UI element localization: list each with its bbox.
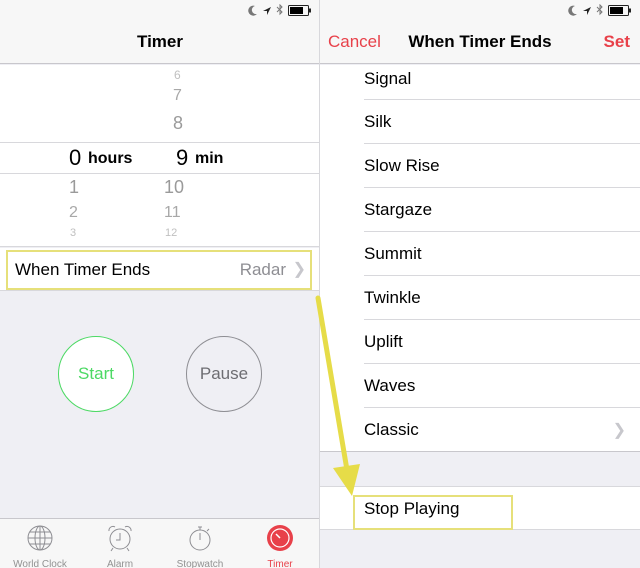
tone-label: Waves xyxy=(364,376,416,395)
stopwatch-icon xyxy=(186,524,214,557)
tone-item[interactable]: Slow Rise xyxy=(320,144,640,188)
set-button[interactable]: Set xyxy=(604,32,630,52)
navigation-bar: Timer xyxy=(0,20,319,64)
tone-item-classic[interactable]: Classic ❯ xyxy=(320,408,640,452)
countdown-picker[interactable]: 6 7 8 0 hours 9 min 1 2 3 10 11 12 xyxy=(0,65,319,247)
tone-list: Signal Silk Slow Rise Stargaze Summit Tw… xyxy=(320,65,640,452)
tone-item[interactable]: Summit xyxy=(320,232,640,276)
battery-icon xyxy=(608,3,632,21)
status-bar xyxy=(0,0,319,21)
picker-hour-option[interactable]: 2 xyxy=(69,204,78,222)
tone-item[interactable]: Uplift xyxy=(320,320,640,364)
globe-icon xyxy=(26,524,54,557)
status-bar xyxy=(320,0,640,20)
picker-minute-option[interactable]: 10 xyxy=(164,177,184,198)
hours-unit-label: hours xyxy=(88,150,133,167)
tone-label: Summit xyxy=(364,244,422,263)
section-divider xyxy=(320,451,640,452)
tab-label: Alarm xyxy=(106,559,134,568)
tone-label: Twinkle xyxy=(364,288,421,307)
picker-minute-option[interactable]: 8 xyxy=(173,113,183,134)
tone-item[interactable]: Stargaze xyxy=(320,188,640,232)
tone-label: Classic xyxy=(364,420,419,439)
tab-label: Timer xyxy=(267,559,293,568)
picker-hour-option[interactable]: 3 xyxy=(70,227,76,239)
tab-stopwatch[interactable]: Stopwatch xyxy=(160,519,240,568)
timer-screen: Timer 6 7 8 0 hours 9 min 1 2 3 10 11 12… xyxy=(0,0,320,568)
moon-icon xyxy=(248,3,258,21)
selected-hours-value[interactable]: 0 xyxy=(69,145,81,171)
picker-divider xyxy=(0,173,319,174)
tone-label: Silk xyxy=(364,112,392,131)
moon-icon xyxy=(568,3,578,21)
picker-hour-option[interactable]: 1 xyxy=(69,177,79,198)
tone-label: Signal xyxy=(364,69,412,88)
tab-world-clock[interactable]: World Clock xyxy=(0,519,80,568)
chevron-right-icon: ❯ xyxy=(612,422,626,439)
tone-item[interactable]: Silk xyxy=(320,100,640,144)
when-timer-ends-screen: Cancel When Timer Ends Set Signal Silk S… xyxy=(320,0,640,568)
tone-label: Uplift xyxy=(364,332,403,351)
selected-minutes-value[interactable]: 9 xyxy=(176,145,188,171)
annotation-highlight-box xyxy=(353,495,513,530)
tone-label: Slow Rise xyxy=(364,156,440,175)
bluetooth-icon xyxy=(596,3,604,21)
location-arrow-icon xyxy=(262,3,272,21)
tab-label: Stopwatch xyxy=(176,559,224,568)
battery-icon xyxy=(288,3,312,21)
page-title: Timer xyxy=(137,32,183,51)
picker-minute-option[interactable]: 11 xyxy=(164,204,181,222)
alarm-clock-icon xyxy=(106,524,134,557)
location-arrow-icon xyxy=(582,3,592,21)
picker-minute-option[interactable]: 7 xyxy=(173,87,182,105)
tab-label: World Clock xyxy=(13,559,67,568)
tab-bar: World Clock Alarm Stopwatch Timer xyxy=(0,518,319,568)
page-title: When Timer Ends xyxy=(408,32,552,51)
tone-label: Stargaze xyxy=(364,200,433,219)
tone-item[interactable]: Waves xyxy=(320,364,640,408)
pause-button[interactable]: Pause xyxy=(186,336,262,412)
navigation-bar: Cancel When Timer Ends Set xyxy=(320,20,640,64)
tone-item[interactable]: Signal xyxy=(320,65,640,100)
tab-alarm[interactable]: Alarm xyxy=(80,519,160,568)
timer-icon xyxy=(266,524,294,557)
minutes-unit-label: min xyxy=(195,150,224,167)
start-button[interactable]: Start xyxy=(58,336,134,412)
picker-divider xyxy=(0,142,319,143)
picker-minute-option[interactable]: 6 xyxy=(174,68,181,82)
tab-timer[interactable]: Timer xyxy=(240,519,319,568)
annotation-highlight-box xyxy=(6,250,312,290)
tone-item[interactable]: Twinkle xyxy=(320,276,640,320)
picker-minute-option[interactable]: 12 xyxy=(165,227,177,239)
bluetooth-icon xyxy=(276,3,284,21)
